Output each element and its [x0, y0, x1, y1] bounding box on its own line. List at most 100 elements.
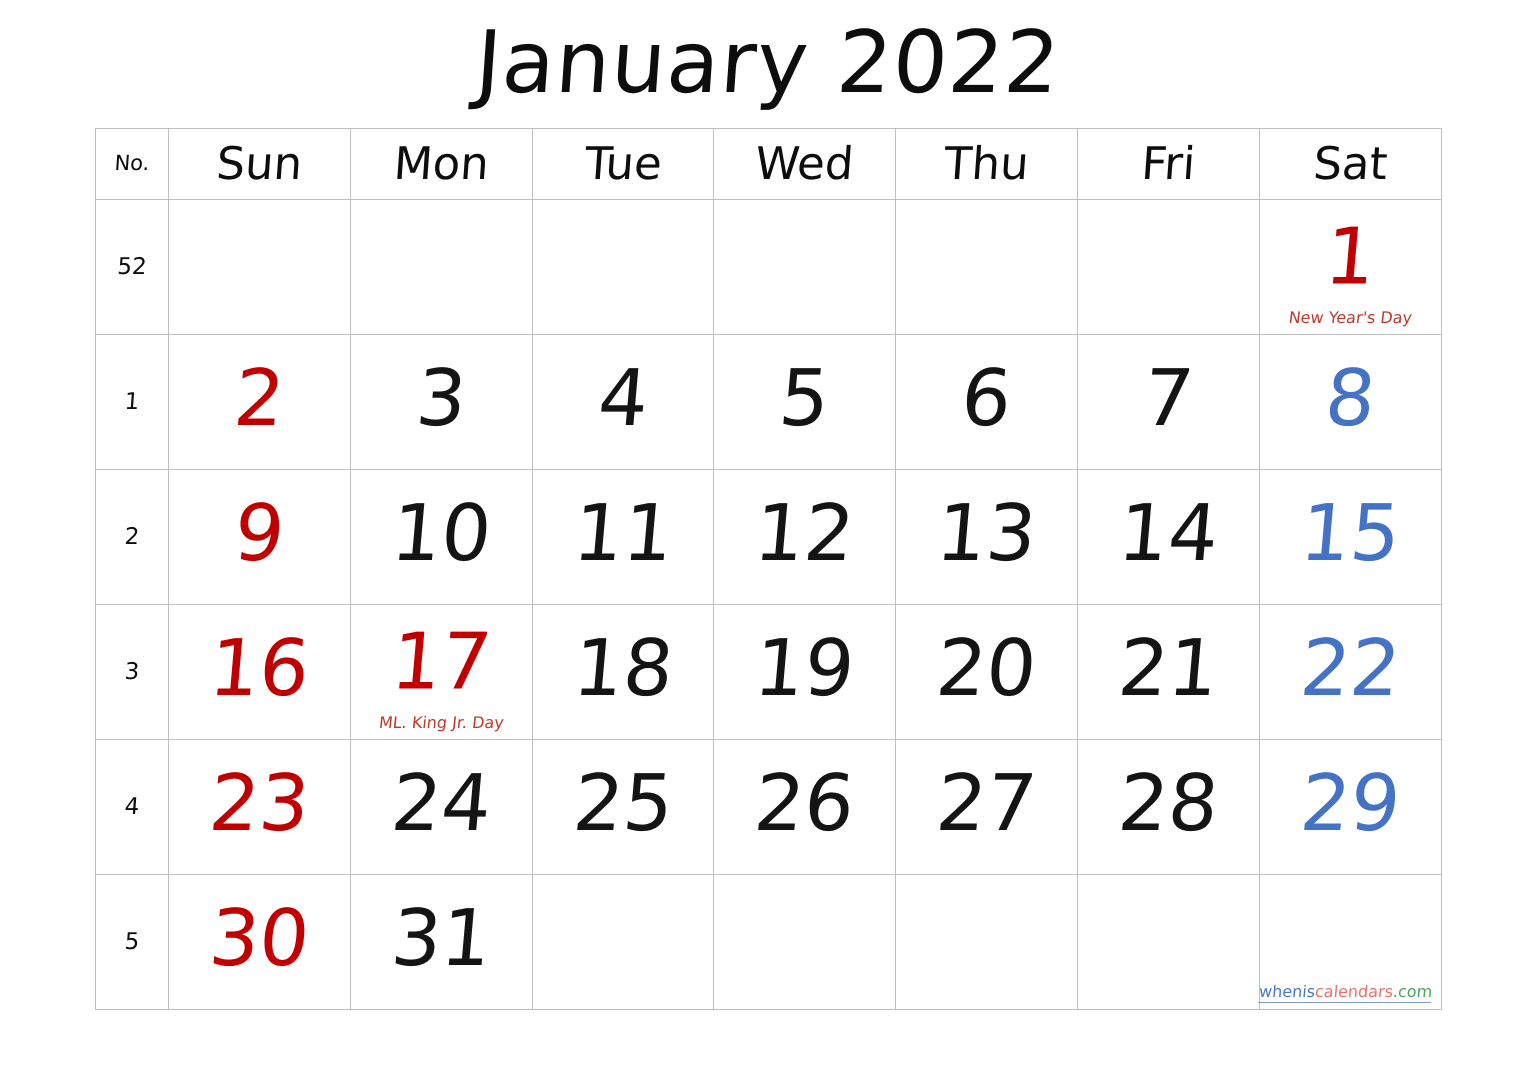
day-cell-content: 12 — [714, 470, 895, 604]
calendar-day-cell[interactable]: 17 ML. King Jr. Day — [349, 604, 533, 740]
calendar-day-cell[interactable]: 8 — [1258, 334, 1442, 470]
day-cell-content: 20 — [896, 605, 1077, 739]
day-number: 23 — [205, 758, 313, 849]
calendar-body: 52 1 New Year's Day 1 2 3 4 5 6 7 8 2 9 10 11 12 13 14 15 3… — [95, 199, 1442, 1010]
week-number-label: 3 — [123, 659, 141, 685]
day-cell-content: 7 — [1078, 335, 1259, 469]
calendar-day-cell[interactable]: 21 — [1076, 604, 1260, 740]
weekday-header-label: Wed — [753, 137, 856, 190]
day-number: 15 — [1296, 488, 1404, 579]
day-cell-content — [1078, 200, 1259, 334]
calendar-day-cell[interactable]: 31 — [349, 874, 533, 1010]
calendar-empty-cell — [713, 199, 897, 335]
weekday-header-wed: Wed — [713, 128, 897, 200]
weekday-header-mon: Mon — [349, 128, 533, 200]
day-cell-content — [351, 200, 532, 334]
day-cell-content: 18 — [533, 605, 714, 739]
calendar-day-cell[interactable]: 5 — [713, 334, 897, 470]
week-number-cell: 3 — [95, 604, 169, 740]
day-cell-content — [533, 875, 714, 1009]
week-number-cell: 1 — [95, 334, 169, 470]
calendar-day-cell[interactable]: 22 — [1258, 604, 1442, 740]
calendar-day-cell[interactable]: 20 — [895, 604, 1078, 740]
calendar-day-cell[interactable]: 24 — [349, 739, 533, 875]
day-number: 13 — [933, 488, 1041, 579]
day-cell-content: 1 New Year's Day — [1260, 200, 1441, 334]
calendar-day-cell[interactable]: 11 — [531, 469, 715, 605]
calendar-day-cell[interactable]: 15 — [1258, 469, 1442, 605]
calendar-day-cell[interactable]: 2 — [168, 334, 351, 470]
calendar-day-cell[interactable]: 13 — [895, 469, 1078, 605]
day-number: 11 — [569, 488, 677, 579]
day-cell-content: 8 — [1260, 335, 1441, 469]
calendar-day-cell[interactable]: 6 — [895, 334, 1078, 470]
day-number: 6 — [957, 353, 1016, 444]
watermark-part-1: whenis — [1258, 982, 1317, 1002]
calendar-day-cell[interactable]: 18 — [531, 604, 715, 740]
site-watermark[interactable]: wheniscalendars.com — [1258, 982, 1434, 1003]
calendar-week-row: 52 1 New Year's Day — [95, 199, 1442, 335]
day-number: 22 — [1296, 623, 1404, 714]
calendar-week-row: 5 30 31 wheniscalendars.com — [95, 874, 1442, 1010]
calendar-day-cell[interactable]: 1 New Year's Day — [1258, 199, 1442, 335]
day-number: 31 — [387, 893, 495, 984]
calendar-day-cell[interactable]: 9 — [168, 469, 351, 605]
calendar-day-cell[interactable]: 26 — [713, 739, 897, 875]
calendar-day-cell[interactable]: 30 — [168, 874, 351, 1010]
weekday-header-sun: Sun — [168, 128, 351, 200]
day-cell-content: 6 — [896, 335, 1077, 469]
day-cell-content — [896, 200, 1077, 334]
day-cell-content: 30 — [169, 875, 350, 1009]
day-cell-content: 4 — [533, 335, 714, 469]
calendar-day-cell[interactable]: 16 — [168, 604, 351, 740]
day-number: 17 — [387, 617, 495, 708]
day-number: 2 — [230, 353, 289, 444]
page-title: January 2022 — [472, 13, 1064, 113]
weekday-header-label: Thu — [942, 137, 1031, 190]
holiday-label: New Year's Day — [1287, 308, 1413, 328]
calendar-empty-cell — [895, 199, 1078, 335]
day-number: 29 — [1296, 758, 1404, 849]
weekday-header-label: Tue — [582, 137, 664, 190]
week-number-label: 1 — [123, 389, 141, 415]
day-number: 16 — [205, 623, 313, 714]
calendar-day-cell[interactable]: 28 — [1076, 739, 1260, 875]
day-number: 14 — [1114, 488, 1222, 579]
calendar-day-cell[interactable]: 12 — [713, 469, 897, 605]
calendar-day-cell[interactable]: 29 — [1258, 739, 1442, 875]
day-cell-content: 15 — [1260, 470, 1441, 604]
day-cell-content — [533, 200, 714, 334]
day-number: 18 — [569, 623, 677, 714]
week-number-label: 5 — [123, 929, 141, 955]
day-number: 27 — [933, 758, 1041, 849]
calendar-day-cell[interactable]: 23 — [168, 739, 351, 875]
weekday-header-label: Fri — [1139, 137, 1198, 190]
calendar-empty-cell — [895, 874, 1078, 1010]
watermark-part-2: calendars — [1314, 982, 1395, 1002]
weekday-header-label: Sat — [1311, 137, 1389, 190]
calendar-week-row: 4 23 24 25 26 27 28 29 — [95, 739, 1442, 875]
day-number: 20 — [933, 623, 1041, 714]
day-cell-content: 24 — [351, 740, 532, 874]
calendar-day-cell[interactable]: 4 — [531, 334, 715, 470]
day-cell-content: 25 — [533, 740, 714, 874]
day-cell-content — [896, 875, 1077, 1009]
day-number: 4 — [594, 353, 652, 444]
day-cell-content — [1078, 875, 1259, 1009]
calendar-day-cell[interactable]: 7 — [1076, 334, 1260, 470]
day-cell-content: 10 — [351, 470, 532, 604]
calendar-day-cell[interactable]: 10 — [349, 469, 533, 605]
calendar-day-cell[interactable]: 3 — [349, 334, 533, 470]
day-cell-content: wheniscalendars.com — [1258, 875, 1441, 1009]
day-number: 26 — [751, 758, 859, 849]
day-number: 25 — [569, 758, 677, 849]
calendar-day-cell[interactable]: 27 — [895, 739, 1078, 875]
calendar-week-row: 3 16 17 ML. King Jr. Day 18 19 20 21 22 — [95, 604, 1442, 740]
calendar-day-cell[interactable]: 14 — [1076, 469, 1260, 605]
weekday-header-sat: Sat — [1258, 128, 1442, 200]
calendar-day-cell[interactable]: 19 — [713, 604, 897, 740]
calendar-day-cell[interactable]: 25 — [531, 739, 715, 875]
day-cell-content: 21 — [1078, 605, 1259, 739]
week-number-cell: 2 — [95, 469, 169, 605]
calendar-grid: No. Sun Mon Tue Wed Thu Fri Sat 52 1 New… — [95, 128, 1442, 1010]
